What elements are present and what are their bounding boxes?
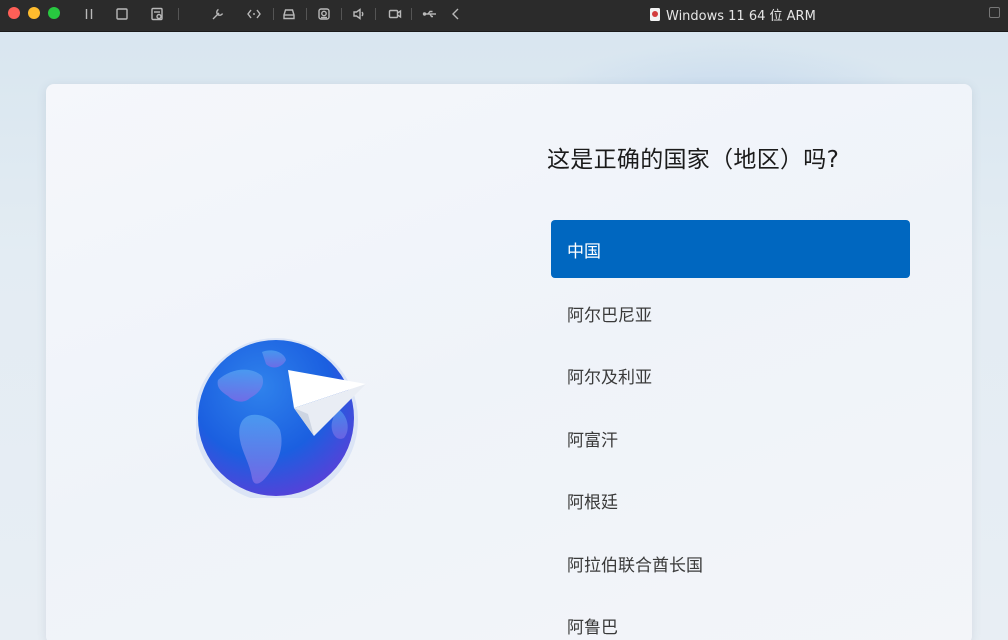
toolbar-separator	[273, 8, 274, 20]
window-title-text: Windows 11 64 位 ARM	[666, 8, 816, 24]
country-list[interactable]: 中国 阿尔巴尼亚 阿尔及利亚 阿富汗 阿根廷 阿拉伯联合酋长国 阿鲁巴	[551, 220, 910, 640]
speaker-icon[interactable]	[348, 4, 370, 24]
wrench-icon[interactable]	[207, 4, 229, 24]
country-option[interactable]: 阿富汗	[551, 407, 910, 470]
chevron-left-icon[interactable]	[445, 4, 467, 24]
drive-icon[interactable]	[278, 4, 300, 24]
code-brackets-icon[interactable]	[243, 4, 265, 24]
toolbar-separator	[341, 8, 342, 20]
setup-card: 这是正确的国家（地区）吗? 中国 阿尔巴尼亚 阿尔及利亚 阿富汗 阿根廷 阿拉伯…	[46, 84, 972, 640]
close-window-button[interactable]	[8, 7, 20, 19]
country-option[interactable]: 阿鲁巴	[551, 595, 910, 640]
toolbar-separator	[375, 8, 376, 20]
window-title: Windows 11 64 位 ARM	[650, 4, 816, 24]
toolbar-separator	[411, 8, 412, 20]
toolbar-separator	[178, 8, 179, 20]
stop-icon[interactable]	[111, 4, 133, 24]
country-option[interactable]: 阿尔及利亚	[551, 345, 910, 408]
pause-icon[interactable]	[78, 4, 100, 24]
country-option-selected[interactable]: 中国	[551, 220, 910, 278]
page-title: 这是正确的国家（地区）吗?	[547, 147, 840, 173]
maximize-window-button[interactable]	[48, 7, 60, 19]
minimize-window-button[interactable]	[28, 7, 40, 19]
toolbar-separator	[306, 8, 307, 20]
country-option[interactable]: 阿根廷	[551, 470, 910, 533]
vm-document-icon	[650, 7, 660, 21]
snapshot-icon[interactable]	[146, 4, 168, 24]
usb-icon[interactable]	[419, 4, 441, 24]
globe-illustration	[194, 338, 371, 502]
video-icon[interactable]	[384, 4, 406, 24]
camera-icon[interactable]	[313, 4, 335, 24]
restore-icon[interactable]	[989, 7, 1000, 18]
window-titlebar: Windows 11 64 位 ARM	[0, 0, 1008, 32]
country-option[interactable]: 阿拉伯联合酋长国	[551, 532, 910, 595]
country-option[interactable]: 阿尔巴尼亚	[551, 282, 910, 345]
